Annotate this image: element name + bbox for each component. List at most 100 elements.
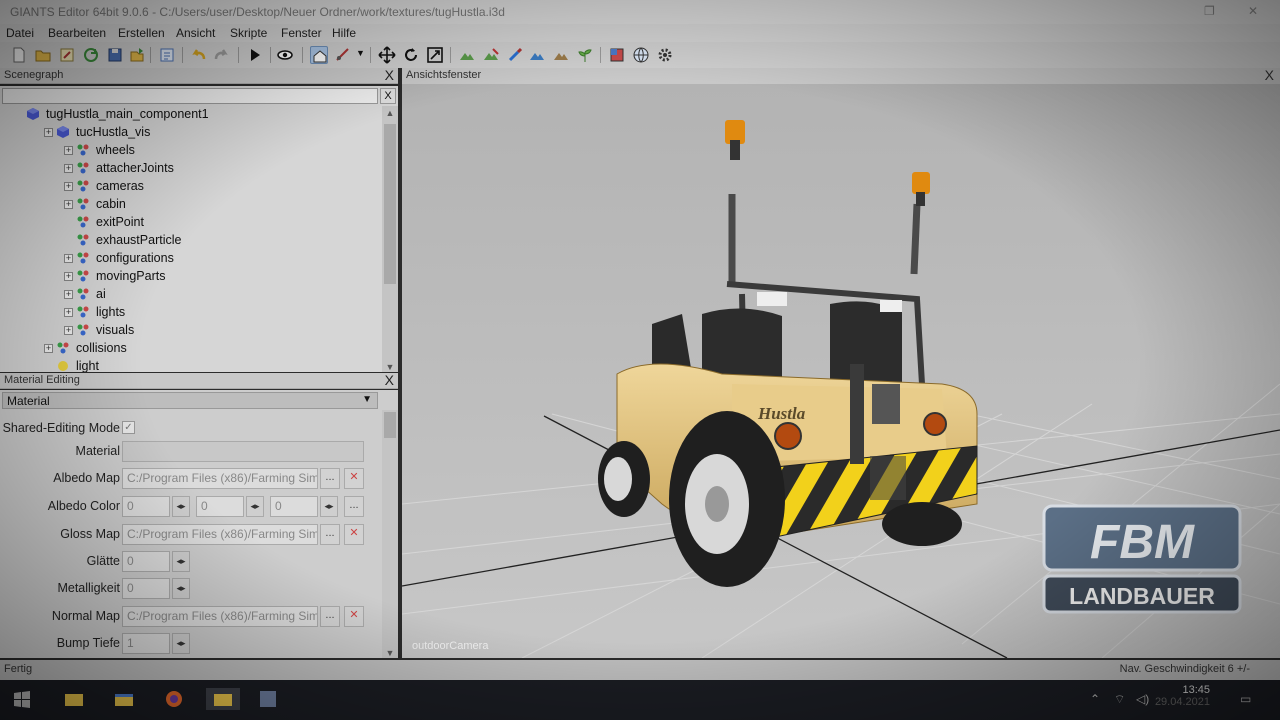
snap-icon[interactable]	[334, 46, 352, 64]
tree-expand-icon[interactable]: +	[64, 254, 73, 263]
menu-hilfe[interactable]: Hilfe	[332, 26, 356, 40]
scenegraph-close-button[interactable]: X	[385, 67, 394, 83]
albedo-color-r-stepper[interactable]: ◂▸	[172, 496, 190, 517]
material-section-dropdown[interactable]: Material ▼	[2, 392, 378, 409]
new-icon[interactable]	[10, 46, 28, 64]
scrollbar-thumb[interactable]	[384, 124, 396, 284]
albedo-map-input[interactable]: C:/Program Files (x86)/Farming Sim	[122, 468, 318, 489]
edit-icon[interactable]	[58, 46, 76, 64]
tree-node-ai[interactable]: + ai	[0, 286, 380, 304]
glaette-stepper[interactable]: ◂▸	[172, 551, 190, 572]
albedo-color-pick-button[interactable]: ...	[344, 496, 364, 517]
albedo-map-browse-button[interactable]: ...	[320, 468, 340, 489]
globe-icon[interactable]	[632, 46, 650, 64]
export-icon[interactable]	[128, 46, 146, 64]
scenegraph-filter-input[interactable]	[2, 88, 378, 104]
menu-datei[interactable]: Datei	[6, 26, 34, 40]
home-icon[interactable]	[310, 46, 328, 64]
tree-node-cameras[interactable]: + cameras	[0, 178, 380, 196]
save-icon[interactable]	[106, 46, 124, 64]
scale-icon[interactable]	[426, 46, 444, 64]
3d-viewport[interactable]: Hustla FBM LANDBAUER outdoorCamera	[402, 84, 1280, 658]
gloss-map-clear-button[interactable]: ✕	[344, 524, 364, 545]
giants-editor-icon[interactable]	[256, 688, 280, 710]
redo-icon[interactable]	[212, 46, 230, 64]
brush-icon[interactable]	[506, 46, 524, 64]
play-icon[interactable]	[246, 46, 264, 64]
menu-fenster[interactable]: Fenster	[281, 26, 322, 40]
viewport-close-button[interactable]: X	[1265, 67, 1274, 83]
paint-terrain-icon[interactable]	[458, 46, 476, 64]
tree-expand-icon[interactable]: +	[64, 182, 73, 191]
open-icon[interactable]	[34, 46, 52, 64]
albedo-color-b-stepper[interactable]: ◂▸	[320, 496, 338, 517]
scrollbar-thumb[interactable]	[384, 412, 396, 438]
menu-erstellen[interactable]: Erstellen	[118, 26, 165, 40]
undo-icon[interactable]	[190, 46, 208, 64]
eye-icon[interactable]	[276, 46, 294, 64]
tray-chevron-icon[interactable]: ⌃	[1090, 692, 1100, 706]
paint-texture-icon[interactable]	[552, 46, 570, 64]
tray-clock[interactable]: 13:45 29.04.2021	[1155, 684, 1210, 708]
tree-node-exhaustparticle[interactable]: exhaustParticle	[0, 232, 380, 250]
notifications-icon[interactable]: ▭	[1240, 692, 1251, 706]
scroll-down-icon[interactable]: ▼	[382, 648, 398, 658]
tree-node-light[interactable]: light	[0, 358, 380, 372]
tree-node-attacherjoints[interactable]: + attacherJoints	[0, 160, 380, 178]
tree-node-collisions[interactable]: + collisions	[0, 340, 380, 358]
normal-map-clear-button[interactable]: ✕	[344, 606, 364, 627]
gloss-map-browse-button[interactable]: ...	[320, 524, 340, 545]
tree-expand-icon[interactable]: +	[64, 290, 73, 299]
tree-expand-icon[interactable]: +	[64, 272, 73, 281]
normal-map-input[interactable]: C:/Program Files (x86)/Farming Sim	[122, 606, 318, 627]
tree-node-exitpoint[interactable]: exitPoint	[0, 214, 380, 232]
material-editing-close-button[interactable]: X	[385, 372, 394, 388]
scenegraph-scrollbar[interactable]: ▲ ▼	[382, 106, 398, 372]
tree-expand-icon[interactable]: +	[64, 326, 73, 335]
explorer-active-icon[interactable]	[206, 688, 240, 710]
restore-icon[interactable]: ❐	[1204, 4, 1215, 18]
settings-icon[interactable]	[656, 46, 674, 64]
paint-foliage-icon[interactable]	[482, 46, 500, 64]
tree-expand-icon[interactable]: +	[44, 128, 53, 137]
paint-color-icon[interactable]	[528, 46, 546, 64]
tree-expand-icon[interactable]: +	[44, 344, 53, 353]
tree-node-tughustla-main-component1[interactable]: tugHustla_main_component1	[0, 106, 380, 124]
tree-expand-icon[interactable]: +	[64, 164, 73, 173]
tree-node-movingparts[interactable]: + movingParts	[0, 268, 380, 286]
snap-dropdown-icon[interactable]: ▼	[356, 48, 365, 58]
tree-expand-icon[interactable]: +	[64, 200, 73, 209]
shared-editing-checkbox[interactable]: ✓	[122, 421, 135, 434]
move-icon[interactable]	[378, 46, 396, 64]
bump-input[interactable]: 1	[122, 633, 170, 654]
material-select[interactable]	[122, 441, 364, 462]
albedo-color-r-input[interactable]: 0	[122, 496, 170, 517]
menu-skripte[interactable]: Skripte	[230, 26, 267, 40]
glaette-input[interactable]: 0	[122, 551, 170, 572]
refresh-icon[interactable]	[82, 46, 100, 64]
file-manager-icon[interactable]	[62, 688, 86, 710]
tree-node-configurations[interactable]: + configurations	[0, 250, 380, 268]
firefox-icon[interactable]	[162, 688, 186, 710]
normal-map-browse-button[interactable]: ...	[320, 606, 340, 627]
scenegraph-filter-clear-button[interactable]: X	[380, 88, 396, 104]
menu-ansicht[interactable]: Ansicht	[176, 26, 215, 40]
rotate-icon[interactable]	[402, 46, 420, 64]
scroll-down-icon[interactable]: ▼	[382, 362, 398, 372]
metallic-stepper[interactable]: ◂▸	[172, 578, 190, 599]
albedo-color-g-stepper[interactable]: ◂▸	[246, 496, 264, 517]
material-icon[interactable]	[608, 46, 626, 64]
scroll-up-icon[interactable]: ▲	[382, 108, 398, 118]
tree-node-visuals[interactable]: + visuals	[0, 322, 380, 340]
material-scrollbar[interactable]: ▼	[382, 410, 398, 658]
albedo-map-clear-button[interactable]: ✕	[344, 468, 364, 489]
tree-node-lights[interactable]: + lights	[0, 304, 380, 322]
tree-expand-icon[interactable]: +	[64, 308, 73, 317]
gloss-map-input[interactable]: C:/Program Files (x86)/Farming Sim	[122, 524, 318, 545]
tree-node-wheels[interactable]: + wheels	[0, 142, 380, 160]
close-icon[interactable]: ✕	[1248, 4, 1258, 18]
menu-bearbeiten[interactable]: Bearbeiten	[48, 26, 106, 40]
network-icon[interactable]: ⌔	[1114, 692, 1125, 707]
windows-start-icon[interactable]	[10, 688, 34, 710]
volume-icon[interactable]: ◁)	[1136, 692, 1149, 706]
